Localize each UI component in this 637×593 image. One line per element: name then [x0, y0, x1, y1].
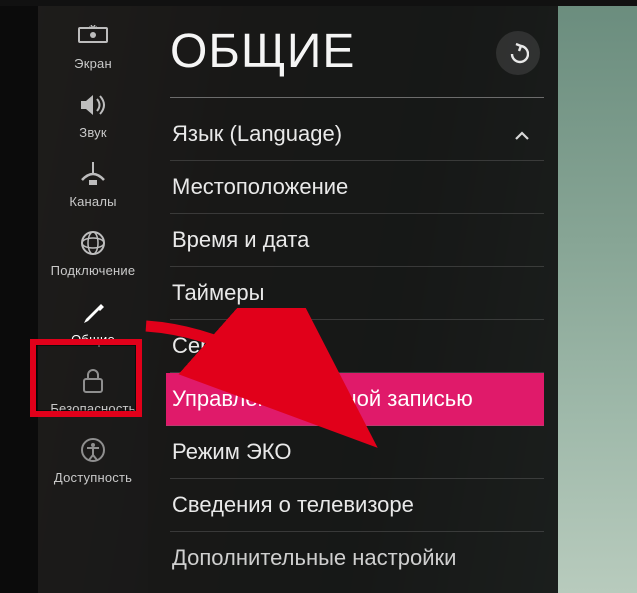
security-icon [81, 365, 105, 397]
settings-screen: Экран Звук Каналы Подключение Общие [38, 6, 558, 593]
back-button[interactable] [496, 31, 540, 75]
menu-item-label: Таймеры [172, 280, 264, 306]
sidebar: Экран Звук Каналы Подключение Общие [38, 6, 148, 593]
accessibility-icon [80, 434, 106, 466]
sidebar-item-general[interactable]: Общие [38, 286, 148, 355]
sound-icon [78, 89, 108, 121]
menu-item-eco-mode[interactable]: Режим ЭКО [170, 426, 544, 479]
sidebar-item-screen[interactable]: Экран [38, 10, 148, 79]
connection-icon [79, 227, 107, 259]
menu-item-label: Язык (Language) [172, 121, 342, 147]
menu-item-account-management[interactable]: Управление учетной записью [166, 373, 544, 426]
screen-icon [78, 20, 108, 52]
sidebar-item-label: Общие [71, 332, 115, 347]
sidebar-item-label: Звук [79, 125, 106, 140]
sidebar-item-accessibility[interactable]: Доступность [38, 424, 148, 493]
menu-item-label: Сведения о телевизоре [172, 492, 414, 518]
page-title: ОБЩИЕ [170, 24, 355, 79]
menu-item-timers[interactable]: Таймеры [170, 267, 544, 320]
sidebar-item-security[interactable]: Безопасность [38, 355, 148, 424]
menu-item-label: Сервис AI [172, 333, 274, 359]
menu-item-advanced-settings[interactable]: Дополнительные настройки [170, 532, 544, 584]
sidebar-item-label: Каналы [69, 194, 116, 209]
menu-item-label: Время и дата [172, 227, 309, 253]
general-icon [80, 296, 106, 328]
sidebar-item-label: Экран [74, 56, 112, 71]
back-icon [507, 42, 529, 64]
menu-item-tv-info[interactable]: Сведения о телевизоре [170, 479, 544, 532]
chevron-up-icon [514, 121, 530, 147]
menu-item-location[interactable]: Местоположение [170, 161, 544, 214]
sidebar-item-channels[interactable]: Каналы [38, 148, 148, 217]
settings-menu: Язык (Language) Местоположение Время и д… [170, 108, 558, 584]
main-panel: ОБЩИЕ Язык (Language) Местоположение Вре… [148, 6, 558, 593]
menu-item-ai-service[interactable]: Сервис AI [170, 320, 544, 373]
menu-item-label: Местоположение [172, 174, 348, 200]
menu-item-label: Управление учетной записью [172, 386, 473, 412]
sidebar-item-label: Подключение [51, 263, 136, 278]
sidebar-item-label: Доступность [54, 470, 132, 485]
channels-icon [78, 158, 108, 190]
sidebar-item-sound[interactable]: Звук [38, 79, 148, 148]
sidebar-item-connection[interactable]: Подключение [38, 217, 148, 286]
divider [170, 97, 544, 98]
menu-item-label: Дополнительные настройки [172, 545, 456, 571]
menu-item-language[interactable]: Язык (Language) [170, 108, 544, 161]
menu-item-time-date[interactable]: Время и дата [170, 214, 544, 267]
menu-item-label: Режим ЭКО [172, 439, 291, 465]
sidebar-item-label: Безопасность [50, 401, 135, 416]
